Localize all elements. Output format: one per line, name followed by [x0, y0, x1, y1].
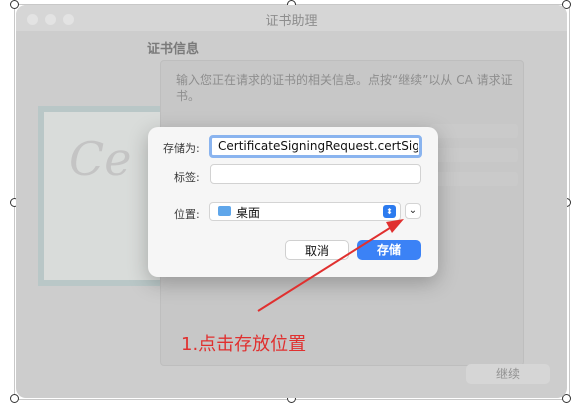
- background-email-field: [430, 124, 518, 138]
- save-as-value: CertificateSigningRequest.certSign: [218, 139, 418, 153]
- certificate-script-mark: Ce: [69, 132, 132, 186]
- location-value: 桌面: [236, 206, 261, 220]
- section-title: 证书信息: [147, 42, 200, 57]
- title-bar: 证书助理: [16, 5, 567, 31]
- description-text: 输入您正在请求的证书的相关信息。点按“继续”以从 CA 请求证书。: [176, 73, 513, 103]
- resize-handle-bottom-left[interactable]: [10, 394, 19, 403]
- expand-dialog-button[interactable]: ⌄: [405, 203, 421, 219]
- background-ca-email-field: [430, 172, 518, 186]
- tags-label: 标签:: [174, 171, 200, 184]
- annotation-text: 1.点击存放位置: [181, 334, 307, 355]
- folder-icon: [218, 206, 231, 216]
- background-name-field: [430, 148, 518, 162]
- window-title: 证书助理: [265, 14, 318, 29]
- tags-field[interactable]: [210, 164, 421, 184]
- cancel-button[interactable]: 取消: [285, 240, 349, 260]
- continue-button[interactable]: 继续: [466, 364, 550, 384]
- location-label: 位置:: [174, 208, 200, 221]
- chevron-down-icon: ⌄: [408, 205, 418, 216]
- save-as-field[interactable]: CertificateSigningRequest.certSign: [209, 135, 422, 158]
- location-popup[interactable]: 桌面 ⬍: [209, 202, 401, 221]
- save-as-label: 存储为:: [163, 142, 200, 155]
- save-button[interactable]: 存储: [357, 240, 421, 260]
- chevron-updown-icon: ⬍: [383, 205, 396, 218]
